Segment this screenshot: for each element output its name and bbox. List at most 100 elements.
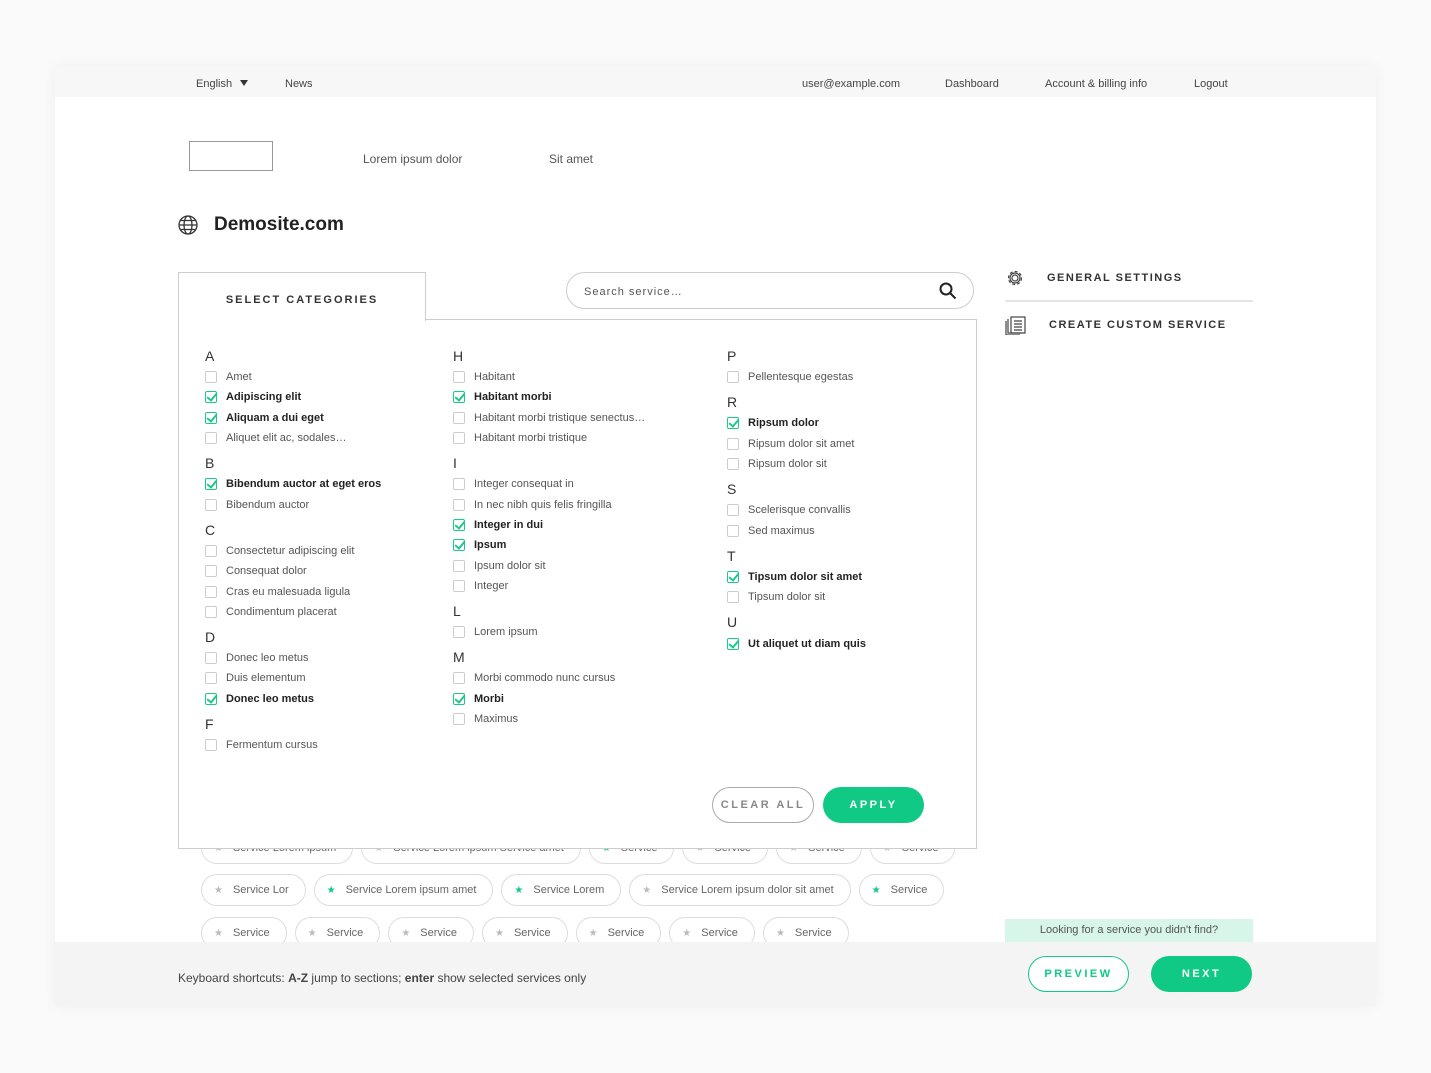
category-checkbox-item[interactable]: Ipsum dolor sit — [453, 555, 645, 575]
checkbox[interactable] — [453, 411, 465, 424]
user-email[interactable]: user@example.com — [802, 78, 900, 90]
checkbox[interactable] — [453, 498, 465, 511]
category-checkbox-item[interactable]: Scelerisque convallis — [727, 500, 866, 520]
checkbox[interactable] — [205, 652, 217, 665]
category-checkbox-item[interactable]: Cras eu malesuada ligula — [205, 581, 381, 601]
language-select[interactable]: English — [196, 78, 249, 90]
category-checkbox-item[interactable]: Fermentum cursus — [205, 735, 381, 755]
checkbox[interactable] — [205, 585, 217, 598]
checkbox[interactable] — [205, 432, 217, 445]
category-checkbox-item[interactable]: Bibendum auctor — [205, 494, 381, 514]
category-checkbox-item[interactable]: Lorem ipsum — [453, 622, 645, 642]
category-checkbox-item[interactable]: Ripsum dolor — [727, 413, 866, 433]
category-checkbox-item[interactable]: Habitant — [453, 367, 645, 387]
clear-all-button[interactable]: CLEAR ALL — [712, 787, 814, 823]
checkbox-checked[interactable] — [453, 391, 465, 404]
logout-link[interactable]: Logout — [1194, 78, 1228, 90]
service-chip[interactable]: ★ Service Lorem ipsum amet — [313, 874, 494, 906]
checkbox[interactable] — [727, 437, 739, 450]
category-checkbox-item[interactable]: Integer — [453, 576, 645, 596]
checkbox[interactable] — [453, 478, 465, 491]
logo-placeholder[interactable] — [189, 141, 273, 171]
checkbox[interactable] — [205, 605, 217, 618]
checkbox[interactable] — [727, 504, 739, 517]
category-checkbox-item[interactable]: Tipsum dolor sit amet — [727, 567, 866, 587]
checkbox[interactable] — [205, 371, 217, 384]
star-icon: ★ — [588, 927, 598, 939]
service-chip[interactable]: ★ Service Lorem ipsum dolor sit amet — [629, 874, 851, 906]
nav-item-1[interactable]: Lorem ipsum dolor — [363, 152, 462, 166]
next-button[interactable]: NEXT — [1151, 956, 1252, 992]
checkbox[interactable] — [453, 626, 465, 639]
category-checkbox-item[interactable]: Habitant morbi tristique senectus… — [453, 408, 645, 428]
checkbox[interactable] — [727, 371, 739, 384]
checkbox[interactable] — [727, 524, 739, 537]
checkbox-checked[interactable] — [453, 518, 465, 531]
category-checkbox-item[interactable]: In nec nibh quis felis fringilla — [453, 494, 645, 514]
category-checkbox-item[interactable]: Ipsum — [453, 535, 645, 555]
service-chip[interactable]: ★ Service — [858, 874, 945, 906]
checkbox-checked[interactable] — [727, 570, 739, 583]
category-checkbox-item[interactable]: Ut aliquet ut diam quis — [727, 633, 866, 653]
checkbox-checked[interactable] — [205, 411, 217, 424]
checkbox-checked[interactable] — [453, 539, 465, 552]
category-checkbox-item[interactable]: Consectetur adipiscing elit — [205, 541, 381, 561]
checkbox[interactable] — [453, 371, 465, 384]
category-checkbox-item[interactable]: Ripsum dolor sit — [727, 454, 866, 474]
category-checkbox-item[interactable]: Pellentesque egestas — [727, 367, 866, 387]
category-checkbox-item[interactable]: Sed maximus — [727, 520, 866, 540]
category-checkbox-item[interactable]: Integer in dui — [453, 515, 645, 535]
checkbox[interactable] — [205, 565, 217, 578]
category-checkbox-item[interactable]: Maximus — [453, 709, 645, 729]
checkbox[interactable] — [205, 544, 217, 557]
service-chip[interactable]: ★ Service Lorem — [501, 874, 622, 906]
search-icon[interactable] — [939, 282, 957, 300]
category-checkbox-item[interactable]: Morbi — [453, 689, 645, 709]
category-checkbox-item[interactable]: Bibendum auctor at eget eros — [205, 474, 381, 494]
nav-item-2[interactable]: Sit amet — [549, 152, 593, 166]
category-checkbox-item[interactable]: Adipiscing elit — [205, 387, 381, 407]
checkbox[interactable] — [453, 559, 465, 572]
tab-select-categories[interactable]: SELECT CATEGORIES — [178, 272, 426, 321]
service-chip[interactable]: ★ Service Lor — [201, 874, 306, 906]
dashboard-link[interactable]: Dashboard — [945, 78, 999, 90]
checkbox[interactable] — [453, 672, 465, 685]
checkbox-checked[interactable] — [727, 417, 739, 430]
create-custom-service-link[interactable]: CREATE CUSTOM SERVICE — [1005, 315, 1227, 335]
apply-button[interactable]: APPLY — [823, 787, 924, 823]
search-input[interactable]: Search service… — [566, 272, 974, 309]
checkbox[interactable] — [205, 498, 217, 511]
category-checkbox-item[interactable]: Aliquam a dui eget — [205, 408, 381, 428]
preview-button[interactable]: PREVIEW — [1028, 956, 1129, 992]
news-link[interactable]: News — [285, 78, 313, 90]
checkbox[interactable] — [205, 739, 217, 751]
category-checkbox-item[interactable]: Tipsum dolor sit — [727, 587, 866, 607]
category-checkbox-item[interactable]: Donec leo metus — [205, 648, 381, 668]
category-checkbox-item[interactable]: Amet — [205, 367, 381, 387]
category-checkbox-item[interactable]: Morbi commodo nunc cursus — [453, 668, 645, 688]
checkbox-checked[interactable] — [205, 692, 217, 705]
category-checkbox-item[interactable]: Consequat dolor — [205, 561, 381, 581]
category-checkbox-item[interactable]: Integer consequat in — [453, 474, 645, 494]
checkbox[interactable] — [727, 591, 739, 604]
checkbox-checked[interactable] — [453, 692, 465, 705]
category-checkbox-item[interactable]: Ripsum dolor sit amet — [727, 434, 866, 454]
checkbox[interactable] — [727, 458, 739, 471]
checkbox[interactable] — [205, 672, 217, 685]
checkbox-checked[interactable] — [205, 391, 217, 404]
account-link[interactable]: Account & billing info — [1045, 78, 1147, 90]
language-label: English — [196, 78, 233, 90]
category-checkbox-item[interactable]: Habitant morbi — [453, 387, 645, 407]
category-checkbox-item[interactable]: Habitant morbi tristique — [453, 428, 645, 448]
category-checkbox-item[interactable]: Duis elementum — [205, 668, 381, 688]
checkbox[interactable] — [453, 579, 465, 592]
checkbox-checked[interactable] — [727, 637, 739, 650]
checkbox[interactable] — [453, 432, 465, 445]
missing-service-link[interactable]: Looking for a service you didn't find? — [1005, 919, 1253, 942]
category-checkbox-item[interactable]: Donec leo metus — [205, 689, 381, 709]
checkbox[interactable] — [453, 713, 465, 725]
checkbox-checked[interactable] — [205, 478, 217, 491]
category-checkbox-item[interactable]: Aliquet elit ac, sodales… — [205, 428, 381, 448]
category-checkbox-item[interactable]: Condimentum placerat — [205, 602, 381, 622]
general-settings-link[interactable]: GENERAL SETTINGS — [1005, 268, 1183, 288]
